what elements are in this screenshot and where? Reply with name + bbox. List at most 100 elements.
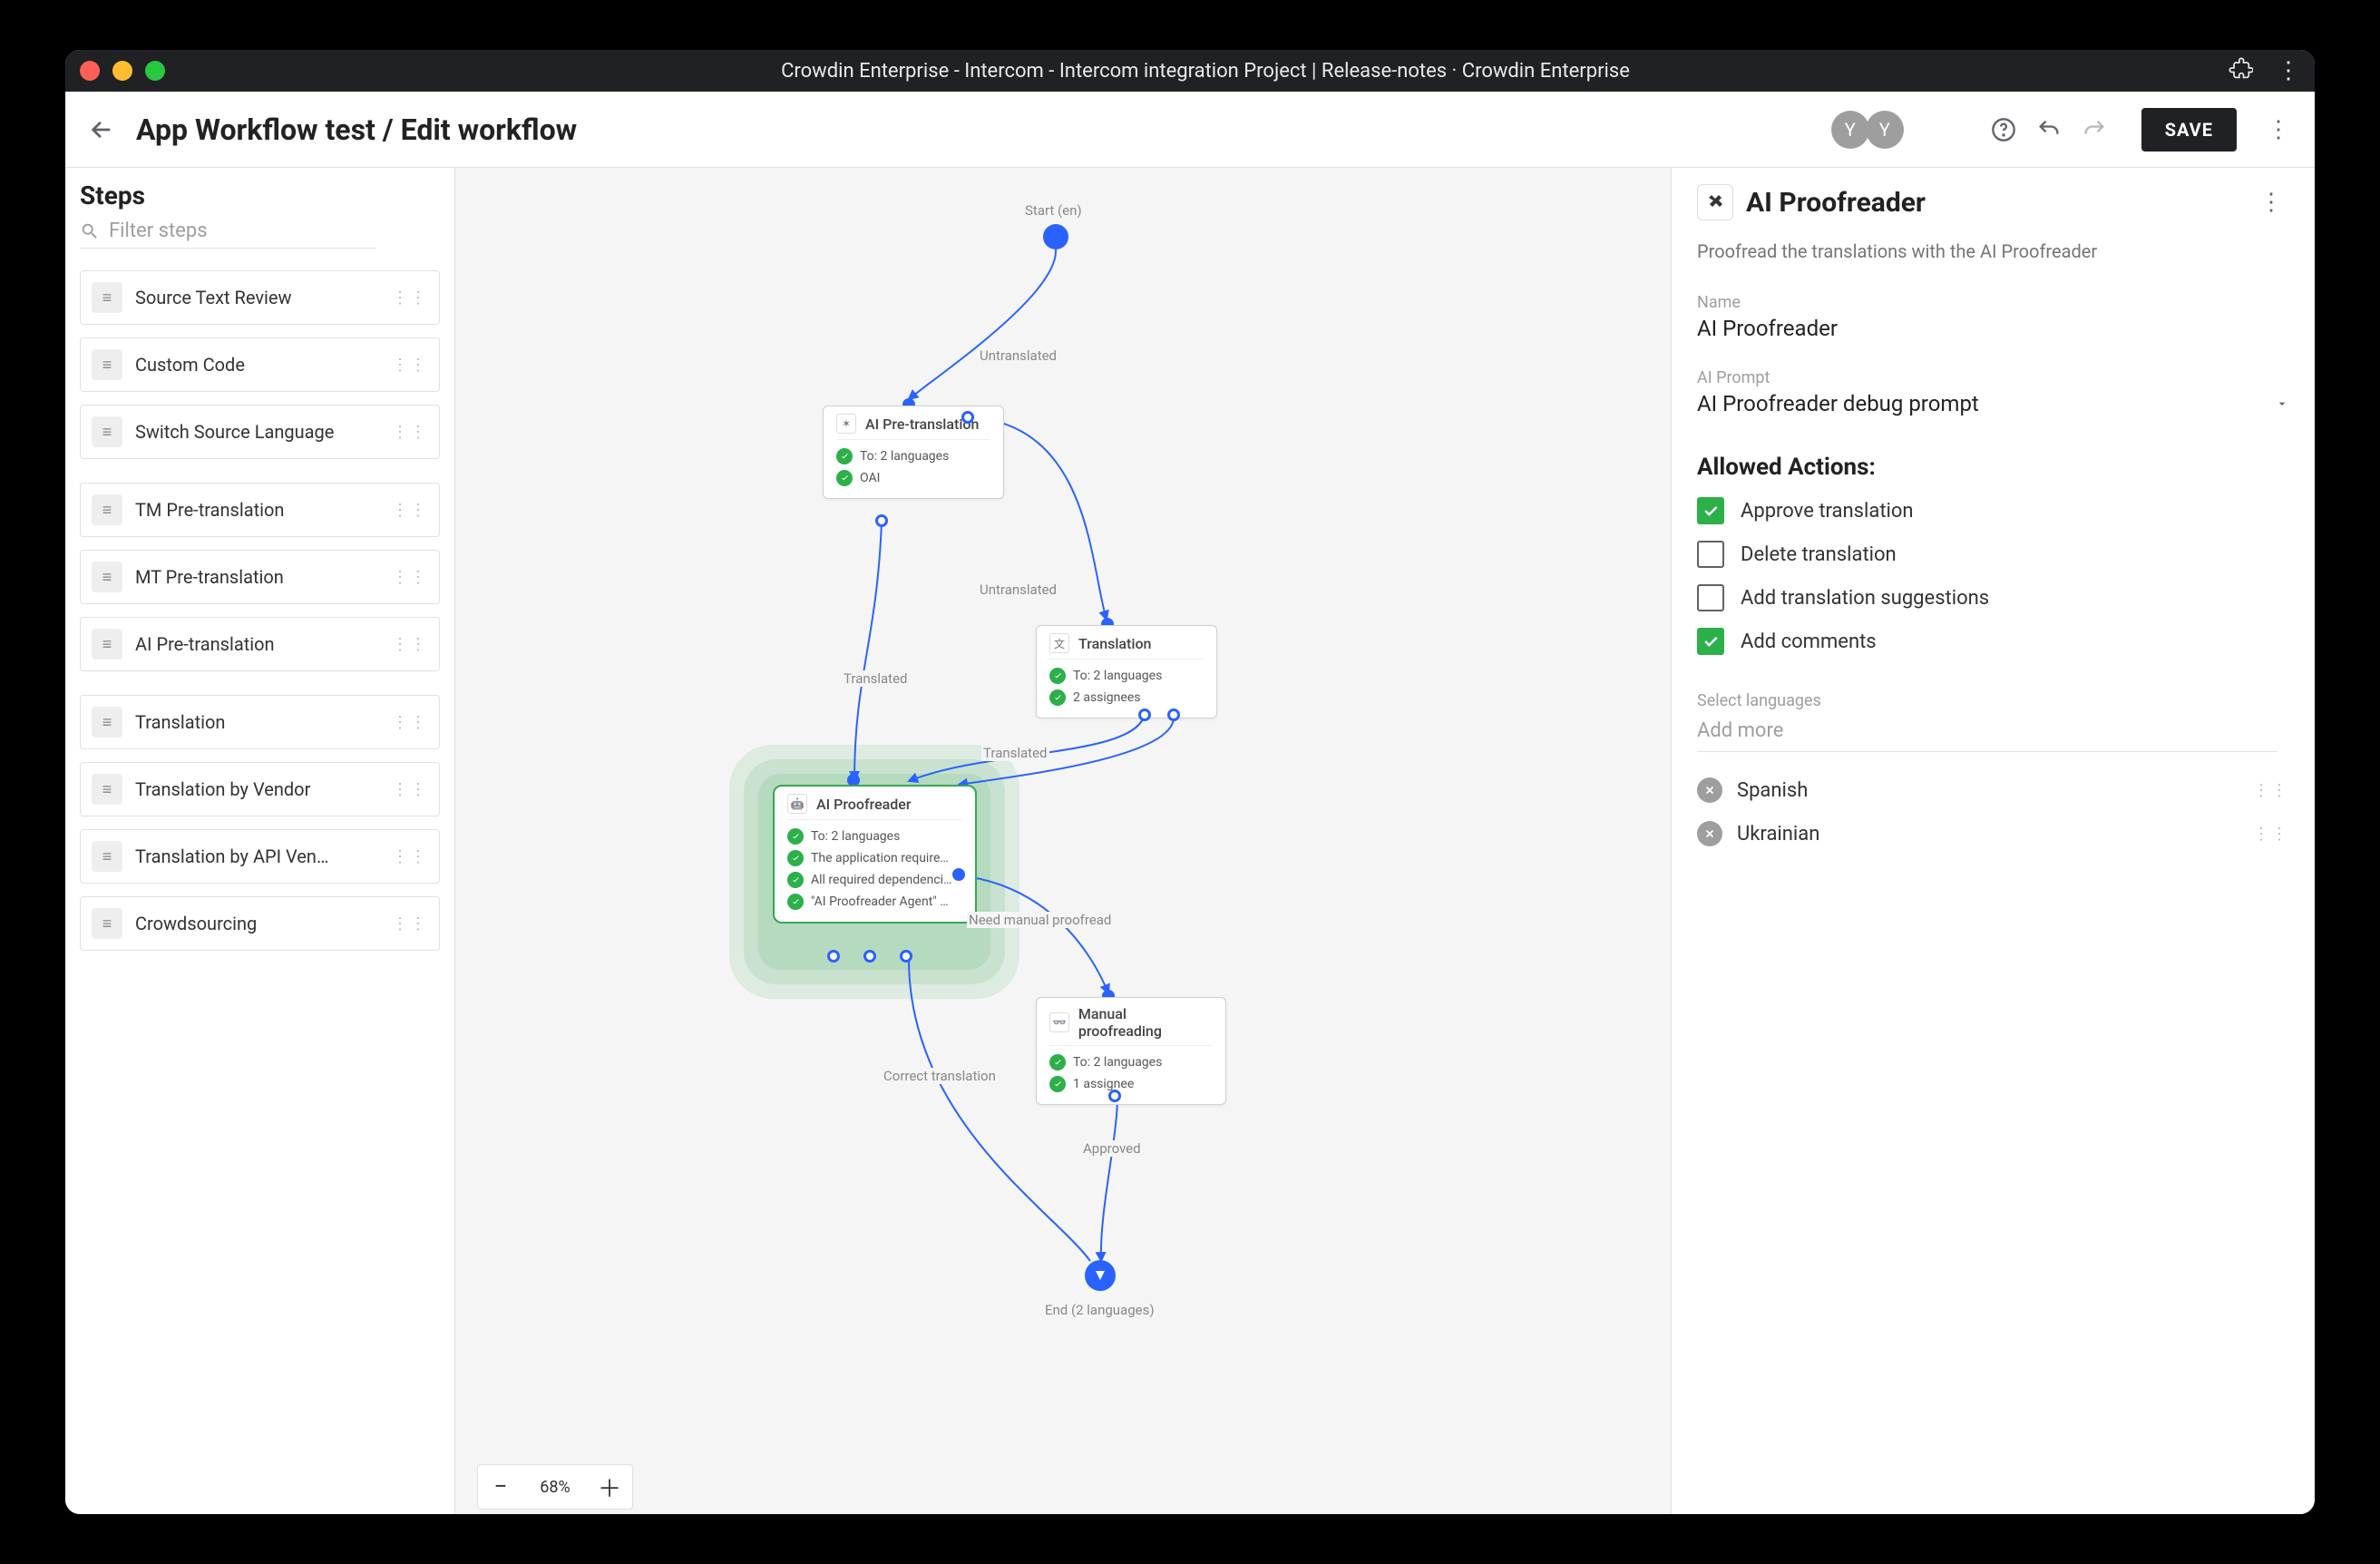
step-label: AI Pre-translation [135, 633, 379, 655]
node-title: Manual proofreading [1078, 1005, 1213, 1040]
zoom-out-button[interactable]: − [478, 1465, 523, 1509]
browser-tab-title: Crowdin Enterprise - Intercom - Intercom… [183, 60, 2228, 83]
checkbox[interactable] [1697, 628, 1724, 655]
robot-icon: 🤖 [787, 794, 807, 814]
check-icon [787, 872, 804, 888]
more-menu-icon[interactable]: ⋮ [2260, 116, 2297, 143]
action-checkbox-row[interactable]: Add comments [1697, 628, 2289, 655]
workflow-canvas[interactable]: Start (en) ✶AI Pre-translation To: 2 lan… [455, 168, 1671, 1514]
drag-handle-icon[interactable]: ⋮⋮ [392, 780, 428, 799]
save-button[interactable]: SAVE [2141, 108, 2237, 152]
edge-label: Approved [1081, 1140, 1143, 1157]
redo-icon[interactable] [2082, 117, 2107, 142]
node-ai-pretranslation[interactable]: ✶AI Pre-translation To: 2 languages OAI [823, 406, 1004, 499]
window-controls[interactable] [80, 61, 165, 81]
step-icon: ≡ [92, 908, 122, 939]
drag-handle-icon[interactable]: ⋮⋮ [392, 288, 428, 308]
prompt-label: AI Prompt [1697, 368, 2289, 387]
step-item[interactable]: ≡ AI Pre-translation ⋮⋮ [80, 617, 440, 671]
drag-handle-icon[interactable]: ⋮⋮ [392, 713, 428, 732]
name-input[interactable]: AI Proofreader [1697, 316, 2289, 341]
node-title: AI Proofreader [816, 796, 912, 813]
step-label: Crowdsourcing [135, 913, 379, 934]
action-checkbox-row[interactable]: Approve translation [1697, 497, 2289, 524]
node-port-out[interactable] [1167, 709, 1180, 721]
step-item[interactable]: ≡ MT Pre-translation ⋮⋮ [80, 550, 440, 604]
drag-handle-icon[interactable]: ⋮⋮ [392, 635, 428, 654]
steps-sidebar: Steps ≡ Source Text Review ⋮⋮≡ Custom Co… [65, 168, 455, 1514]
node-port-out[interactable] [961, 411, 974, 424]
step-item[interactable]: ≡ TM Pre-translation ⋮⋮ [80, 483, 440, 537]
chevron-down-icon [2275, 396, 2289, 411]
node-ai-proofreader[interactable]: 🤖AI Proofreader To: 2 languages The appl… [773, 785, 977, 924]
step-item[interactable]: ≡ Switch Source Language ⋮⋮ [80, 405, 440, 459]
drag-handle-icon[interactable]: ⋮⋮ [2253, 781, 2289, 800]
help-icon[interactable] [1991, 117, 2016, 142]
drag-handle-icon[interactable]: ⋮⋮ [392, 568, 428, 587]
start-node[interactable] [1043, 224, 1068, 249]
steps-search[interactable] [80, 216, 376, 249]
check-icon [787, 894, 804, 910]
step-item[interactable]: ≡ Translation by API Ven… ⋮⋮ [80, 829, 440, 884]
maximize-window-button[interactable] [145, 61, 165, 81]
extensions-icon[interactable] [2228, 56, 2253, 85]
node-translation[interactable]: 文Translation To: 2 languages 2 assignees [1036, 625, 1217, 718]
check-icon [836, 470, 853, 486]
action-label: Add comments [1741, 630, 1877, 653]
step-item[interactable]: ≡ Custom Code ⋮⋮ [80, 337, 440, 392]
properties-panel: AI Proofreader ⋮ Proofread the translati… [1671, 168, 2315, 1514]
node-port-out[interactable] [1108, 1090, 1121, 1102]
avatar[interactable]: Y [1831, 111, 1869, 149]
node-port-out[interactable] [952, 868, 965, 881]
languages-input[interactable]: Add more [1697, 714, 2278, 752]
panel-menu-icon[interactable]: ⋮ [2253, 189, 2289, 216]
zoom-in-button[interactable]: ＋ [587, 1465, 632, 1509]
app-bar: App Workflow test / Edit workflow Y Y SA… [65, 92, 2315, 168]
node-port-out[interactable] [900, 950, 912, 963]
node-manual-proofreading[interactable]: 👓Manual proofreading To: 2 languages 1 a… [1036, 997, 1226, 1105]
checkbox[interactable] [1697, 497, 1724, 524]
step-item[interactable]: ≡ Source Text Review ⋮⋮ [80, 270, 440, 325]
prompt-select[interactable]: AI Proofreader debug prompt [1697, 391, 2289, 425]
action-checkbox-row[interactable]: Delete translation [1697, 541, 2289, 568]
undo-icon[interactable] [2036, 117, 2062, 142]
node-port-out[interactable] [863, 950, 876, 963]
drag-handle-icon[interactable]: ⋮⋮ [392, 423, 428, 442]
drag-handle-icon[interactable]: ⋮⋮ [392, 847, 428, 866]
drag-handle-icon[interactable]: ⋮⋮ [392, 501, 428, 520]
language-name: Spanish [1737, 779, 1808, 802]
avatar[interactable]: Y [1866, 111, 1904, 149]
checkbox[interactable] [1697, 541, 1724, 568]
glasses-icon: 👓 [1049, 1012, 1069, 1032]
browser-menu-icon[interactable]: ⋮ [2277, 57, 2300, 84]
action-checkbox-row[interactable]: Add translation suggestions [1697, 584, 2289, 611]
step-icon: ≡ [92, 562, 122, 592]
step-item[interactable]: ≡ Crowdsourcing ⋮⋮ [80, 896, 440, 951]
drag-handle-icon[interactable]: ⋮⋮ [392, 914, 428, 934]
check-icon [787, 828, 804, 845]
node-port-out[interactable] [1138, 709, 1151, 721]
minimize-window-button[interactable] [112, 61, 132, 81]
edge-label: Untranslated [978, 347, 1058, 364]
close-window-button[interactable] [80, 61, 100, 81]
back-button[interactable] [82, 110, 122, 150]
end-label: End (2 languages) [1043, 1302, 1156, 1318]
actions-title: Allowed Actions: [1697, 454, 2289, 481]
node-port-out[interactable] [827, 950, 840, 963]
zoom-percent: 68% [523, 1478, 587, 1497]
step-item[interactable]: ≡ Translation by Vendor ⋮⋮ [80, 762, 440, 816]
step-label: Translation by Vendor [135, 778, 379, 800]
steps-search-input[interactable] [109, 220, 376, 242]
node-port-out[interactable] [875, 514, 888, 527]
remove-language-button[interactable] [1697, 777, 1722, 803]
step-icon: ≡ [92, 416, 122, 447]
panel-title: AI Proofreader [1746, 187, 2231, 219]
checkbox[interactable] [1697, 584, 1724, 611]
step-item[interactable]: ≡ Translation ⋮⋮ [80, 695, 440, 749]
drag-handle-icon[interactable]: ⋮⋮ [2253, 825, 2289, 844]
end-node[interactable] [1085, 1260, 1116, 1291]
avatar-group[interactable]: Y Y [1831, 111, 1904, 149]
remove-language-button[interactable] [1697, 821, 1722, 846]
start-label: Start (en) [1023, 202, 1084, 219]
drag-handle-icon[interactable]: ⋮⋮ [392, 356, 428, 375]
